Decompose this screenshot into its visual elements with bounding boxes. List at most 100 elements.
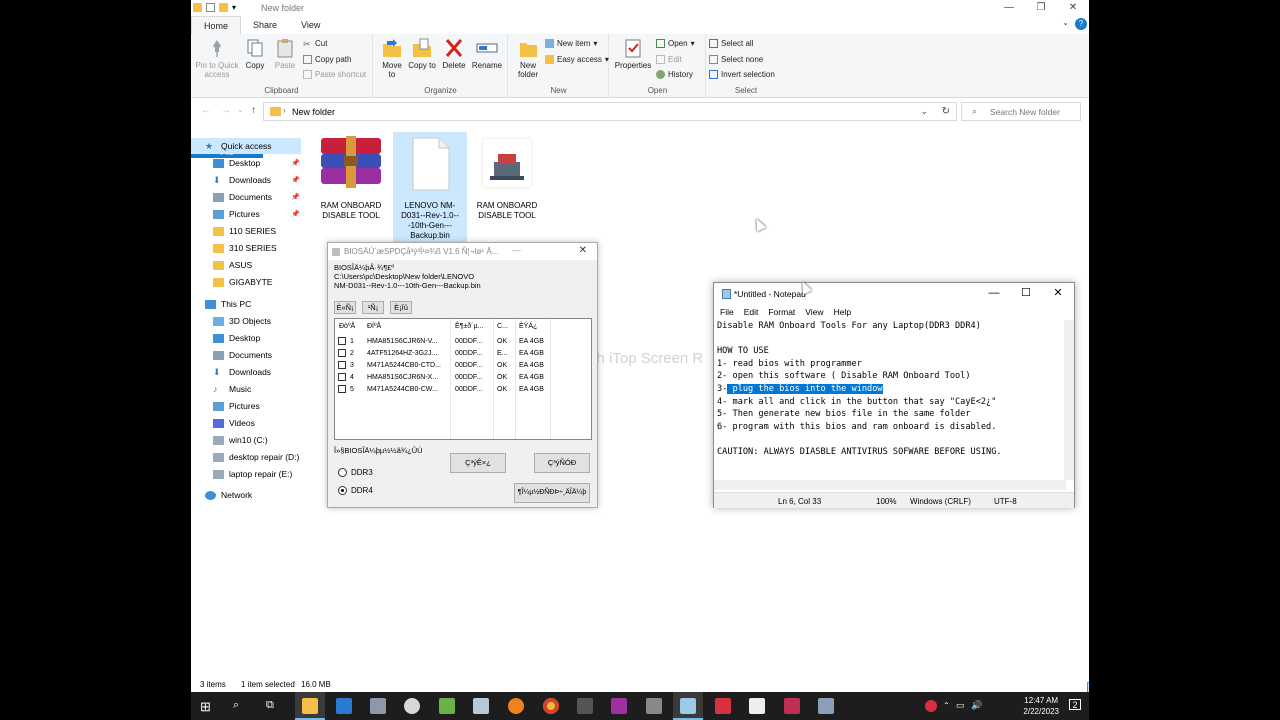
table-row[interactable]: 3 M471A5244CB0-CTD... 00DDF... OK EA 4GB <box>335 360 591 372</box>
search-input[interactable]: ⌕ Search New folder <box>961 102 1081 121</box>
rename-button[interactable]: Rename <box>470 38 504 70</box>
winrar-icon[interactable] <box>784 698 800 714</box>
cancel-button[interactable]: È¡Ïû <box>390 301 412 314</box>
nav-documents[interactable]: Documents <box>213 189 272 205</box>
nav-3d-objects[interactable]: 3D Objects <box>213 313 271 329</box>
paste-shortcut-button[interactable]: Paste shortcut <box>303 70 366 79</box>
recorder-icon[interactable] <box>715 698 731 714</box>
android-icon[interactable] <box>439 698 455 714</box>
windows-start-icon[interactable]: ⊞ <box>200 699 211 715</box>
table-row[interactable]: 1 HMA851S6CJR6N-V... 00DDF... OK EA 4GB <box>335 336 591 348</box>
horizontal-scrollbar[interactable] <box>714 480 1066 490</box>
refresh-icon[interactable]: ↻ <box>942 106 950 117</box>
nav-this-pc[interactable]: This PC <box>205 296 251 312</box>
search-app-icon[interactable] <box>508 698 524 714</box>
up-arrow-icon[interactable]: ↑ <box>251 105 256 116</box>
menu-file[interactable]: File <box>720 307 734 317</box>
properties-button[interactable]: Properties <box>614 38 652 70</box>
nav-music[interactable]: ♪ Music <box>213 381 251 397</box>
nav-pc-pictures[interactable]: Pictures <box>213 398 260 414</box>
back-arrow-icon[interactable]: ← <box>201 105 211 116</box>
network-icon[interactable]: ▭ <box>956 700 965 711</box>
select-all-button[interactable]: È«Ñ¡ <box>334 301 356 314</box>
row-checkbox[interactable] <box>338 337 346 346</box>
nav-downloads[interactable]: ⬇ Downloads <box>213 172 271 188</box>
close-button[interactable]: ✕ <box>579 245 587 256</box>
table-row[interactable]: 4 HMA851S6CJR6N-X... 00DDF... OK EA 4GB <box>335 372 591 384</box>
minimize-button[interactable]: — <box>993 0 1025 16</box>
menu-help[interactable]: Help <box>834 307 851 317</box>
maximize-button[interactable]: ❐ <box>1025 0 1057 16</box>
maximize-button[interactable]: ☐ <box>1010 283 1042 303</box>
row-checkbox[interactable] <box>338 373 346 382</box>
copy-to-button[interactable]: Copy to <box>408 38 436 70</box>
tray-record-icon[interactable] <box>925 700 937 712</box>
copy-button[interactable]: Copy <box>241 38 269 70</box>
invert-selection-button[interactable]: Invert selection <box>709 70 775 79</box>
history-button[interactable]: History <box>656 70 693 79</box>
minimize-button[interactable]: — <box>512 245 521 255</box>
column-header[interactable]: ÐÍºÅ <box>367 321 381 333</box>
new-folder-button[interactable]: New folder <box>513 38 543 79</box>
minimize-button[interactable]: — <box>978 283 1010 303</box>
nav-desktop[interactable]: Desktop <box>213 155 260 171</box>
menu-format[interactable]: Format <box>768 307 795 317</box>
column-header[interactable]: ÐòºÅ <box>339 321 355 333</box>
help-icon[interactable]: ? <box>1075 18 1087 30</box>
shield-icon[interactable] <box>749 698 765 714</box>
camera-icon[interactable] <box>370 698 386 714</box>
ddr3-radio[interactable]: DDR3 <box>338 468 373 477</box>
nav-pc-downloads[interactable]: ⬇ Downloads <box>213 364 271 380</box>
open-button[interactable]: Open ▾ <box>656 39 695 48</box>
column-header[interactable]: ÈÝÁ¿ <box>519 321 537 333</box>
volume-icon[interactable]: 🔊 <box>971 700 982 711</box>
nav-pc-documents[interactable]: Documents <box>213 347 272 363</box>
app-g-icon[interactable] <box>611 698 627 714</box>
file-item[interactable]: RAM ONBOARD DISABLE TOOL <box>471 132 543 221</box>
task-view-icon[interactable]: ⧉ <box>266 699 274 712</box>
copy-path-button[interactable]: Copy path <box>303 55 351 64</box>
nav-drive-c[interactable]: win10 (C:) <box>213 432 268 448</box>
nav-310-series[interactable]: 310 SERIES <box>213 240 277 256</box>
notepad-taskbar-button[interactable] <box>673 692 703 720</box>
taskbar-clock[interactable]: 12:47 AM 2/22/2023 <box>1023 695 1059 717</box>
check-button[interactable]: ¹Ñ¡ <box>362 301 384 314</box>
edit-button[interactable]: Edit <box>656 55 682 64</box>
forward-arrow-icon[interactable]: → <box>221 105 231 116</box>
row-checkbox[interactable] <box>338 385 346 394</box>
move-to-button[interactable]: Move to <box>378 38 406 79</box>
search-icon[interactable]: ⌕ <box>233 699 239 712</box>
menu-edit[interactable]: Edit <box>744 307 759 317</box>
tray-chevron-icon[interactable]: ⌃ <box>943 701 950 710</box>
row-checkbox[interactable] <box>338 361 346 370</box>
delete-button[interactable]: Delete <box>440 38 468 70</box>
gear-icon[interactable] <box>404 698 420 714</box>
tab-share[interactable]: Share <box>241 16 289 34</box>
tab-view[interactable]: View <box>289 16 332 34</box>
shuffle-icon[interactable] <box>577 698 593 714</box>
pin-quick-access-button[interactable]: Pin to Quick access <box>195 38 239 79</box>
paste-button[interactable]: Paste <box>271 38 299 70</box>
address-bar[interactable]: › New folder ⌄ ↻ <box>263 102 957 121</box>
notepad-text-area[interactable]: Disable RAM Onboard Tools For any Laptop… <box>717 320 1063 480</box>
action-button-b[interactable]: Ç³ýÑÓÐ <box>534 453 590 473</box>
nav-110-series[interactable]: 110 SERIES <box>213 223 276 239</box>
close-button[interactable]: ✕ <box>1042 283 1074 303</box>
file-explorer-taskbar-button[interactable] <box>295 692 325 720</box>
column-header[interactable]: C... <box>497 321 508 333</box>
ddr4-radio[interactable]: DDR4 <box>338 486 373 495</box>
nav-quick-access[interactable]: ★ Quick access <box>191 138 301 154</box>
nav-pictures[interactable]: Pictures <box>213 206 260 222</box>
select-all-button[interactable]: Select all <box>709 39 753 48</box>
nav-drive-e[interactable]: laptop repair (E:) <box>213 466 292 482</box>
customize-toolbar-icon[interactable]: ▾ <box>232 3 236 12</box>
vertical-scrollbar[interactable] <box>1064 320 1074 480</box>
nav-drive-d[interactable]: desktop repair (D:) <box>213 449 299 465</box>
chevron-down-icon[interactable]: ⌄ <box>1062 18 1069 27</box>
chip-icon[interactable] <box>646 698 662 714</box>
easy-access-button[interactable]: Easy access ▾ <box>545 55 609 64</box>
bios-tool-icon[interactable] <box>818 698 834 714</box>
nav-videos[interactable]: Videos <box>213 415 255 431</box>
file-item[interactable]: LENOVO NM-D031--Rev-1.0---10th-Gen---Bac… <box>393 132 467 242</box>
recent-chevron-icon[interactable]: ⌄ <box>237 105 244 114</box>
